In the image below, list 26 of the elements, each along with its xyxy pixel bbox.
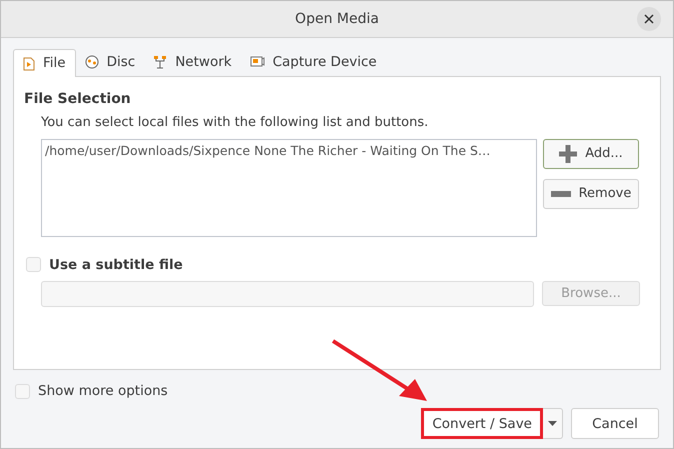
- subtitle-label: Use a subtitle file: [49, 256, 183, 274]
- minus-icon: [550, 190, 571, 196]
- tab[interactable]: Capture Device: [240, 48, 386, 76]
- close-button[interactable]: [637, 7, 661, 31]
- close-icon: [644, 14, 654, 24]
- network-icon: [153, 55, 168, 69]
- file-list[interactable]: /home/user/Downloads/Sixpence None The Richer - Waiting On The S…: [41, 138, 537, 236]
- show-more-options-checkbox[interactable]: [15, 384, 30, 399]
- capture-device-icon: [250, 55, 265, 69]
- file-list-item[interactable]: /home/user/Downloads/Sixpence None The Richer - Waiting On The S…: [45, 142, 533, 160]
- tab[interactable]: File: [13, 49, 76, 77]
- tab[interactable]: Disc: [76, 48, 144, 76]
- section-heading: File Selection: [24, 90, 132, 109]
- cancel-button[interactable]: Cancel: [571, 408, 659, 440]
- disc-icon: [84, 55, 99, 69]
- window-title: Open Media: [295, 10, 379, 28]
- tab[interactable]: Network: [144, 48, 241, 76]
- dropdown-button[interactable]: [543, 408, 563, 440]
- section-description: You can select local files with the following list and buttons.: [41, 114, 430, 132]
- plus-icon: [559, 144, 578, 162]
- remove-button[interactable]: Remove: [543, 178, 639, 208]
- file-icon: [23, 56, 35, 70]
- show-more-options-label: Show more options: [38, 382, 168, 401]
- convert-save-button[interactable]: Convert / Save: [421, 408, 543, 440]
- add-button[interactable]: Add...: [543, 138, 639, 168]
- caret-icon: [548, 421, 557, 426]
